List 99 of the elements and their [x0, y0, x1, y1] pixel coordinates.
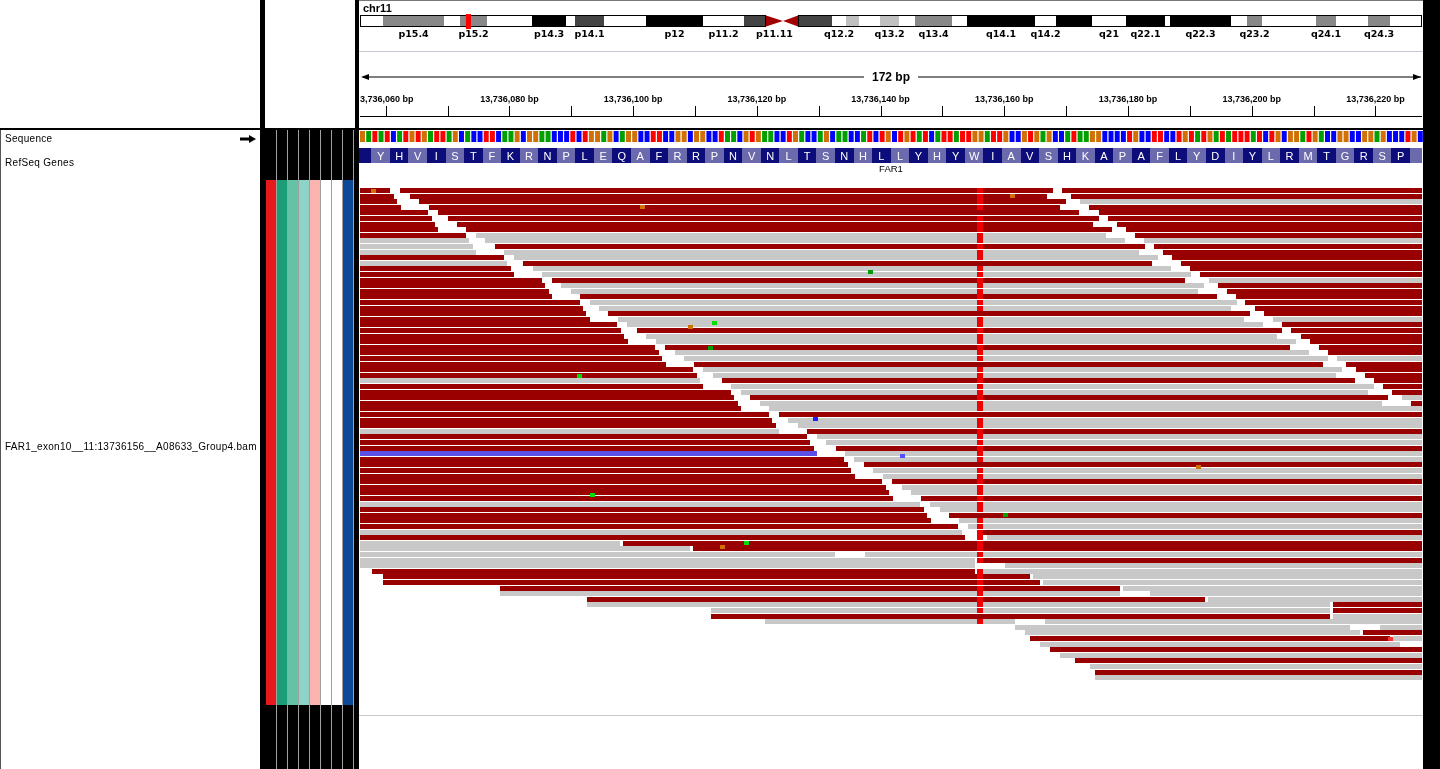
amino-acid-cell: S — [816, 148, 836, 163]
centromere[interactable] — [766, 15, 783, 27]
ruler-tick-label: 13,736,140 bp — [851, 93, 910, 105]
band-label: q24.3 — [1363, 28, 1395, 39]
amino-acid-cell: L — [779, 148, 798, 163]
gene-name: FAR1 — [879, 163, 903, 174]
chromosome-band[interactable] — [486, 15, 533, 27]
band-label: q14.2 — [1030, 28, 1061, 39]
amino-acid-cell: Y — [909, 148, 928, 163]
amino-acid-cell: L — [575, 148, 594, 163]
amino-acid-cell: A — [631, 148, 650, 163]
chromosome-band[interactable] — [603, 15, 647, 27]
band-label: q14.1 — [985, 28, 1017, 39]
amino-acid-cell: V — [742, 148, 761, 163]
ruler-tick-label: 3,736,060 bp — [360, 93, 414, 105]
chromosome-band[interactable] — [1261, 15, 1317, 27]
chromosome-band[interactable] — [1367, 15, 1391, 27]
amino-acid-cell: K — [1076, 148, 1095, 163]
amino-acid-cell: Y — [1243, 148, 1262, 163]
chromosome-band[interactable] — [702, 15, 745, 27]
ruler-tick-label: 13,736,160 bp — [975, 93, 1034, 105]
amino-acid-cell: V — [408, 148, 427, 163]
amino-acid-cell: R — [1280, 148, 1299, 163]
chromosome-band[interactable] — [951, 15, 968, 27]
track-name[interactable]: Sequence — [5, 132, 53, 145]
amino-acid-cell: P — [1113, 148, 1132, 163]
amino-acid-cell: L — [872, 148, 891, 163]
chromosome-band[interactable] — [1315, 15, 1337, 27]
amino-acid-cell: Y — [371, 148, 390, 163]
chromosome-band[interactable] — [966, 15, 1036, 27]
strand-arrow-icon[interactable] — [240, 134, 256, 143]
band-label: q22.3 — [1185, 28, 1216, 39]
amino-acid-cell: R — [668, 148, 687, 163]
chromosome-band[interactable] — [1246, 15, 1263, 27]
chromosome-band[interactable] — [531, 15, 567, 27]
band-label: p15.4 — [398, 28, 429, 39]
track-name[interactable]: RefSeq Genes — [5, 156, 75, 169]
band-label: p14.1 — [574, 28, 605, 39]
chromosome-band[interactable] — [1034, 15, 1057, 27]
amino-acid-cell: T — [464, 148, 483, 163]
chromosome-band[interactable] — [914, 15, 953, 27]
track-name[interactable]: FAR1_exon10__11:13736156__A08633_Group4.bam — [5, 441, 257, 453]
amino-acid-cell: N — [835, 148, 854, 163]
chromosome-band[interactable] — [898, 15, 916, 27]
chromosome-band[interactable] — [1091, 15, 1127, 27]
amino-acid-cell: Q — [612, 148, 631, 163]
band-label: p15.2 — [458, 28, 489, 39]
band-label: q13.2 — [874, 28, 905, 39]
band-label: p11.11 — [756, 28, 793, 39]
chromosome-band[interactable] — [1389, 15, 1423, 27]
band-label: q24.1 — [1310, 28, 1342, 39]
amino-acid-cell: P — [705, 148, 724, 163]
region-span-label: 172 bp — [872, 70, 910, 84]
chromosome-band[interactable] — [858, 15, 881, 27]
chromosome-band[interactable] — [797, 15, 833, 27]
amino-acid-cell: Y — [946, 148, 965, 163]
chromosome-band[interactable] — [1169, 15, 1232, 27]
amino-acid-cell: I — [983, 148, 1002, 163]
centromere[interactable] — [783, 15, 798, 27]
amino-acid-cell: Y — [1187, 148, 1206, 163]
amino-acid-cell: F — [1150, 148, 1169, 163]
chromosome-band[interactable] — [1335, 15, 1369, 27]
band-label: p12 — [664, 28, 685, 39]
ruler-tick-label: 13,736,120 bp — [727, 93, 787, 105]
chromosome-band[interactable] — [845, 15, 860, 27]
chromosome-band[interactable] — [1230, 15, 1248, 27]
amino-acid-cell: R — [1354, 148, 1373, 163]
amino-acid-cell: K — [501, 148, 520, 163]
chromosome-band[interactable] — [1125, 15, 1166, 27]
chromosome-name: chr11 — [363, 1, 392, 14]
band-label: p14.3 — [533, 28, 565, 39]
band-label: p11.2 — [708, 28, 739, 39]
chromosome-band[interactable] — [565, 15, 576, 27]
band-label: q12.2 — [823, 28, 855, 39]
partial-amino-acid-cell — [359, 148, 372, 163]
chromosome-band[interactable] — [359, 15, 384, 27]
amino-acid-cell: I — [427, 148, 446, 163]
amino-acid-cell: P — [1391, 148, 1410, 163]
band-label: q22.1 — [1130, 28, 1161, 39]
chromosome-band[interactable] — [1164, 15, 1171, 27]
ruler-tick-label: 13,736,180 bp — [1098, 93, 1158, 105]
band-label: q13.4 — [918, 28, 949, 39]
chromosome-band[interactable] — [574, 15, 605, 27]
chromosome-band[interactable] — [879, 15, 900, 27]
band-label: q21 — [1099, 28, 1119, 39]
ruler-tick-label: 13,736,220 bp — [1346, 93, 1405, 105]
chromosome-band[interactable] — [743, 15, 767, 27]
chromosome-band[interactable] — [443, 15, 461, 27]
chromosome-band[interactable] — [831, 15, 847, 27]
chromosome-band[interactable] — [1055, 15, 1093, 27]
chromosome-band[interactable] — [382, 15, 445, 27]
amino-acid-cell: T — [1317, 148, 1336, 163]
amino-acid-cell: N — [538, 148, 557, 163]
chromosome-band[interactable] — [645, 15, 704, 27]
ruler-tick-label: 13,736,100 bp — [603, 93, 663, 105]
band-label: q23.2 — [1239, 28, 1270, 39]
ruler-tick-label: 13,736,080 bp — [480, 93, 539, 105]
ruler-tick-label: 13,736,200 bp — [1222, 93, 1281, 105]
amino-acid-cell: S — [1039, 148, 1058, 163]
